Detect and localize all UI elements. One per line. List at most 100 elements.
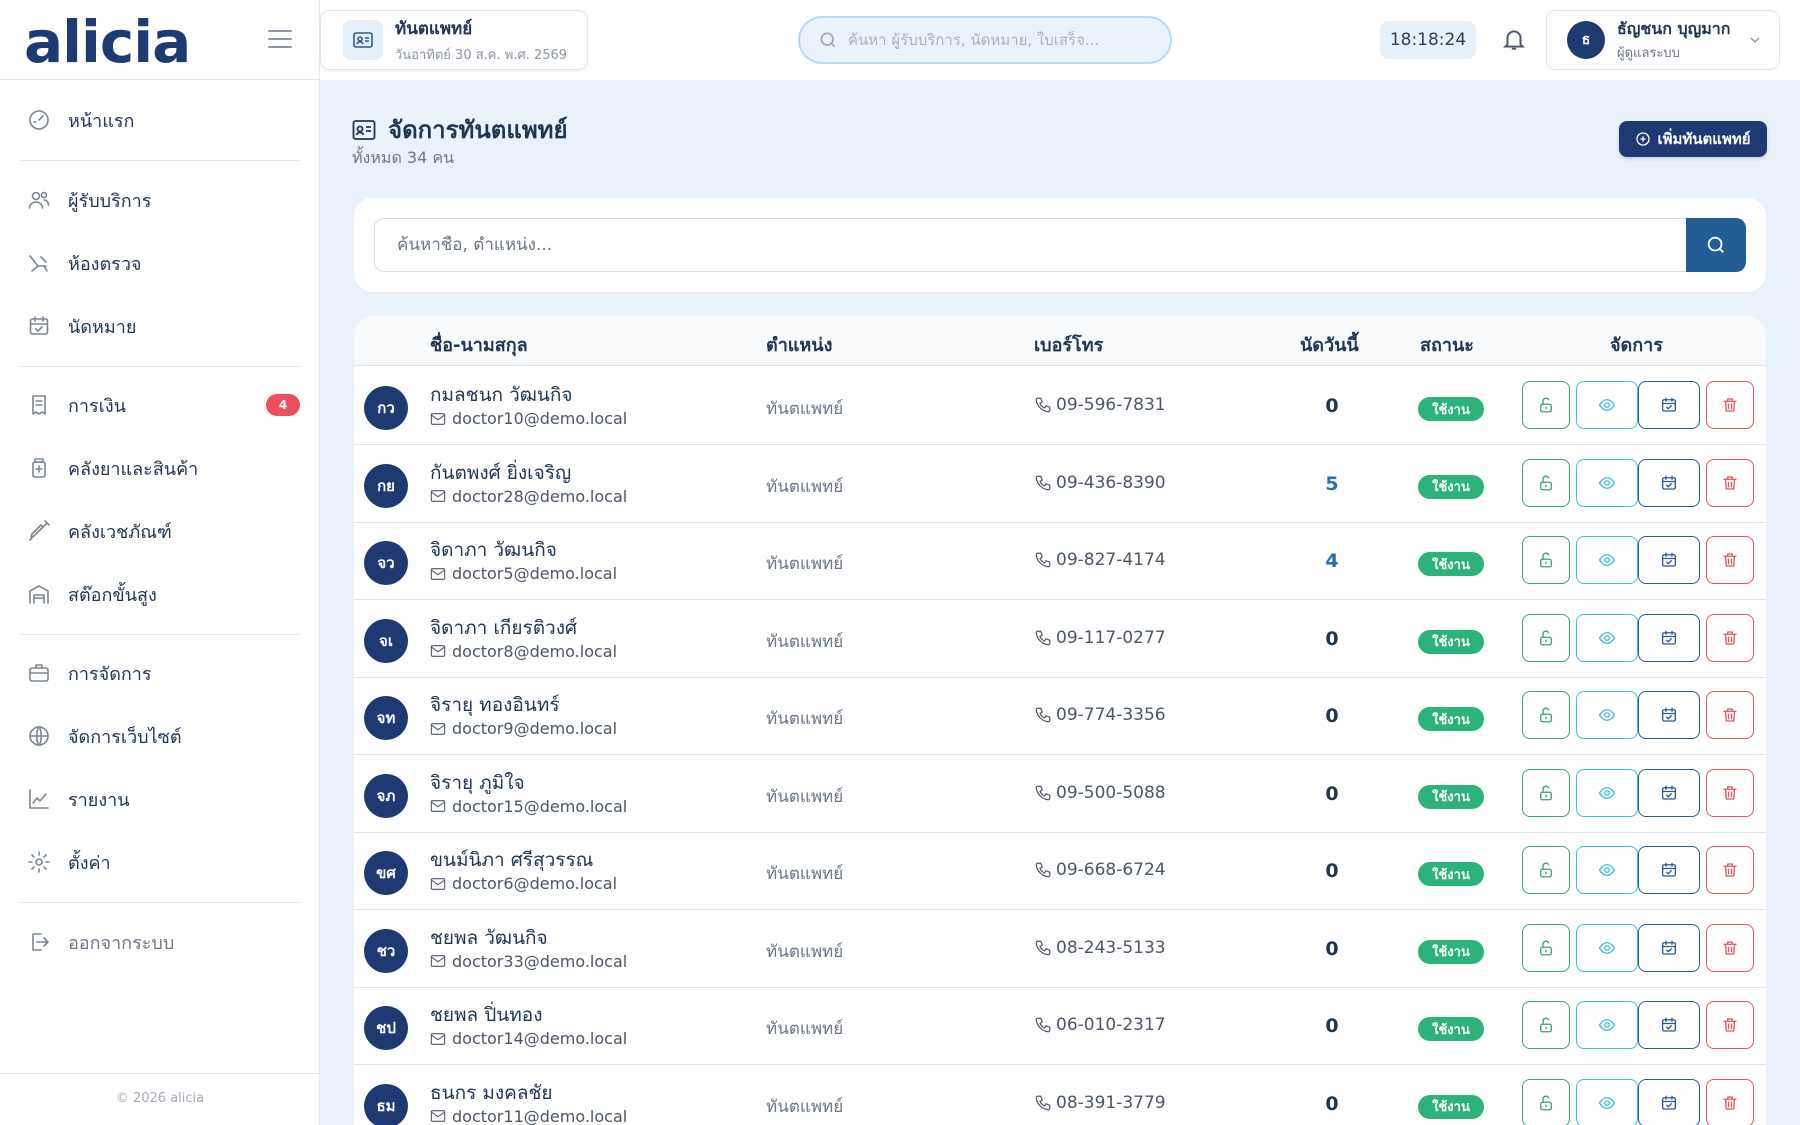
unlock-button[interactable] — [1522, 536, 1570, 584]
sidebar-item-pharmacy[interactable]: คลังยาและสินค้า — [26, 448, 300, 488]
unlock-button[interactable] — [1522, 691, 1570, 739]
unlock-button[interactable] — [1522, 923, 1570, 972]
schedule-button[interactable] — [1638, 1001, 1700, 1049]
table-row[interactable]: กย กันตพงศ์ ยิ่งเจริญ doctor28@demo.local ท… — [354, 445, 1766, 523]
divider — [20, 366, 300, 367]
add-dentist-button[interactable]: เพิ่มทันตแพทย์ — [1619, 121, 1767, 157]
logo[interactable]: alicia — [24, 8, 191, 76]
unlock-button[interactable] — [1522, 381, 1570, 429]
schedule-button[interactable] — [1638, 846, 1700, 894]
column-header-name[interactable]: ชื่อ-นามสกุล — [430, 330, 528, 359]
view-button[interactable] — [1576, 613, 1638, 662]
table-row[interactable]: จเ จิดาภา เกียรติวงศ์ doctor8@demo.local ทั… — [354, 600, 1766, 678]
sidebar-item-management[interactable]: การจัดการ — [26, 653, 300, 693]
page-heading: จัดการทันตแพทย์ — [352, 110, 568, 149]
sidebar-item-settings[interactable]: ตั้งค่า — [26, 842, 300, 882]
schedule-button[interactable] — [1638, 458, 1700, 507]
schedule-button[interactable] — [1638, 923, 1700, 972]
schedule-button[interactable] — [1638, 613, 1700, 662]
sidebar-item-label: ผู้รับบริการ — [68, 190, 152, 212]
phone-text: 09-827-4174 — [1056, 550, 1166, 570]
unlock-button[interactable] — [1522, 768, 1570, 817]
table-row[interactable]: ธม ธนกร มงคลชัย doctor11@demo.local ทันตแพท… — [354, 1065, 1766, 1125]
unlock-button[interactable] — [1522, 613, 1570, 662]
view-button[interactable] — [1576, 768, 1638, 817]
phone-text: 09-668-6724 — [1056, 860, 1166, 880]
delete-button[interactable] — [1706, 768, 1754, 817]
table-row[interactable]: จว จิดาภา วัฒนกิจ doctor5@demo.local ทันตแพ… — [354, 522, 1766, 600]
sidebar-item-logout[interactable]: ออกจากระบบ — [26, 922, 300, 962]
dentist-position: ทันตแพทย์ — [766, 631, 844, 652]
sidebar-item-home[interactable]: หน้าแรก — [26, 100, 300, 140]
schedule-button[interactable] — [1638, 1078, 1700, 1125]
status-badge: ใช้งาน — [1418, 1094, 1484, 1119]
column-header-status[interactable]: สถานะ — [1420, 330, 1474, 359]
today-appointments: 0 — [1325, 705, 1339, 727]
table-row[interactable]: จท จิรายุ ทองอินทร์ doctor9@demo.local ทันต… — [354, 677, 1766, 755]
search-button[interactable] — [1686, 218, 1746, 272]
table-row[interactable]: ชว ชยพล วัฒนกิจ doctor33@demo.local ทันตแพท… — [354, 910, 1766, 988]
dentist-phone: 09-774-3356 — [1034, 705, 1166, 725]
view-button[interactable] — [1576, 1078, 1638, 1125]
user-role: ผู้ดูแลระบบ — [1617, 46, 1680, 61]
global-search-input[interactable] — [848, 31, 1148, 49]
table-row[interactable]: จภ จิรายุ ภูมิใจ doctor15@demo.local ทันตแพ… — [354, 755, 1766, 833]
delete-button[interactable] — [1706, 846, 1754, 894]
schedule-button[interactable] — [1638, 536, 1700, 584]
dentist-search-input[interactable] — [397, 235, 1597, 255]
user-menu[interactable]: ธ ธัญชนก บุญมาก ผู้ดูแลระบบ — [1546, 10, 1780, 70]
unlock-button[interactable] — [1522, 458, 1570, 507]
avatar: ชว — [364, 928, 408, 973]
sidebar-item-reports[interactable]: รายงาน — [26, 779, 300, 819]
view-button[interactable] — [1576, 1001, 1638, 1049]
view-button[interactable] — [1576, 381, 1638, 429]
sidebar-item-exam-room[interactable]: ห้องตรวจ — [26, 243, 300, 283]
view-button[interactable] — [1576, 846, 1638, 894]
schedule-button[interactable] — [1638, 768, 1700, 817]
schedule-button[interactable] — [1638, 381, 1700, 429]
dentist-name: จิดาภา เกียรติวงศ์ — [430, 616, 578, 639]
table-row[interactable]: กว กมลชนก วัฒนกิจ doctor10@demo.local ทันตแ… — [354, 367, 1766, 445]
delete-button[interactable] — [1706, 458, 1754, 507]
view-button[interactable] — [1576, 536, 1638, 584]
sidebar-item-appointments[interactable]: นัดหมาย — [26, 306, 300, 346]
email-text: doctor33@demo.local — [452, 951, 628, 971]
search-card — [354, 198, 1766, 292]
delete-button[interactable] — [1706, 923, 1754, 972]
mail-icon — [430, 645, 446, 657]
sidebar-item-medical-supplies[interactable]: คลังเวชภัณฑ์ — [26, 511, 300, 551]
unlock-button[interactable] — [1522, 1001, 1570, 1049]
avatar: ธม — [364, 1083, 408, 1125]
delete-button[interactable] — [1706, 613, 1754, 662]
global-search[interactable] — [798, 16, 1172, 64]
delete-button[interactable] — [1706, 381, 1754, 429]
table-row[interactable]: ขศ ขนม์นิภา ศรีสุวรรณ doctor6@demo.local ทั… — [354, 832, 1766, 910]
unlock-button[interactable] — [1522, 1078, 1570, 1125]
table-row[interactable]: ชป ชยพล ปิ่นทอง doctor14@demo.local ทันตแพท… — [354, 987, 1766, 1065]
column-header-phone[interactable]: เบอร์โทร — [1034, 330, 1103, 359]
delete-button[interactable] — [1706, 1078, 1754, 1125]
delete-button[interactable] — [1706, 691, 1754, 739]
calendar-check-icon — [1660, 629, 1678, 647]
schedule-button[interactable] — [1638, 691, 1700, 739]
delete-button[interactable] — [1706, 536, 1754, 584]
sidebar-item-finance[interactable]: การเงิน 4 — [26, 385, 300, 425]
bell-icon[interactable] — [1498, 22, 1530, 56]
unlock-icon — [1537, 474, 1555, 492]
dentist-position: ทันตแพทย์ — [766, 399, 844, 419]
delete-button[interactable] — [1706, 1001, 1754, 1049]
view-button[interactable] — [1576, 458, 1638, 507]
phone-icon — [1035, 1017, 1051, 1033]
column-header-today[interactable]: นัดวันนี้ — [1300, 330, 1359, 359]
eye-icon — [1598, 939, 1616, 957]
menu-toggle-icon[interactable] — [268, 30, 292, 48]
column-header-position[interactable]: ตำแหน่ง — [766, 330, 832, 359]
view-button[interactable] — [1576, 923, 1638, 972]
search-field[interactable] — [374, 218, 1694, 272]
sidebar-item-advanced-stock[interactable]: สต๊อกขั้นสูง — [26, 574, 300, 614]
sidebar-item-patients[interactable]: ผู้รับบริการ — [26, 180, 300, 220]
unlock-button[interactable] — [1522, 846, 1570, 894]
view-button[interactable] — [1576, 691, 1638, 739]
sidebar-item-label: นัดหมาย — [68, 316, 137, 338]
sidebar-item-website[interactable]: จัดการเว็บไซต์ — [26, 716, 300, 756]
